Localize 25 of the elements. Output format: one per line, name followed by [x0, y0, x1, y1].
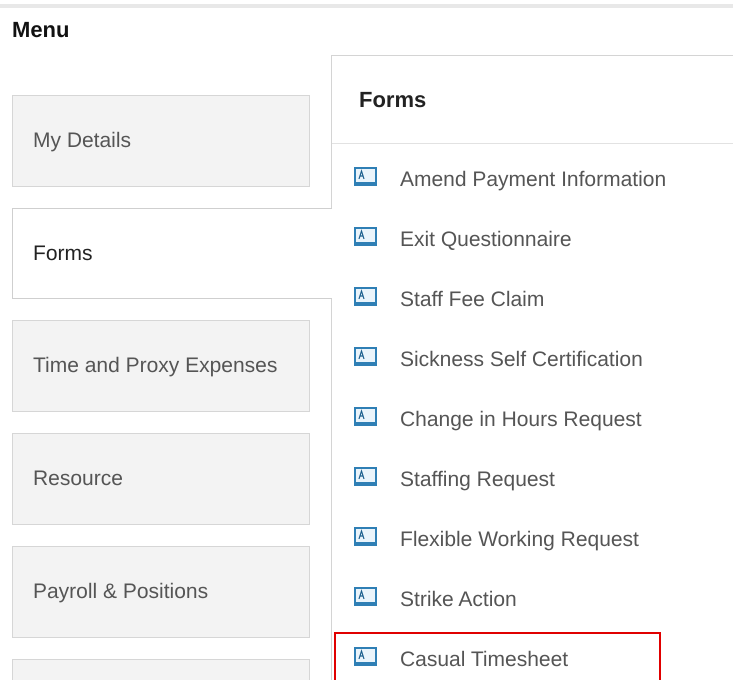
form-link[interactable]: Sickness Self Certification — [334, 332, 651, 387]
form-icon — [354, 526, 377, 546]
form-icon — [354, 406, 377, 426]
menu-tab[interactable]: Resource — [12, 433, 310, 525]
menu-tab[interactable]: Forms — [12, 208, 332, 299]
form-icon — [354, 226, 377, 246]
form-link[interactable]: Staff Fee Claim — [334, 272, 552, 327]
form-icon — [354, 466, 377, 486]
form-icon — [354, 346, 377, 366]
panel-title: Forms — [332, 56, 733, 144]
menu-tab[interactable]: Payroll & Positions — [12, 546, 310, 638]
form-icon — [354, 586, 377, 606]
form-icon — [354, 286, 377, 306]
form-link[interactable]: Strike Action — [334, 572, 525, 627]
form-icon — [354, 646, 377, 666]
form-link[interactable]: Casual Timesheet — [334, 632, 661, 680]
menu-tab[interactable]: My Details — [12, 95, 310, 187]
form-link[interactable]: Exit Questionnaire — [334, 212, 580, 267]
form-link[interactable]: Staffing Request — [334, 452, 563, 507]
form-link[interactable]: Flexible Working Request — [334, 512, 647, 567]
menu-tab[interactable]: Time and Proxy Expenses — [12, 320, 310, 412]
form-icon — [354, 166, 377, 186]
form-link[interactable]: Amend Payment Information — [334, 152, 674, 207]
menu-title: Menu — [12, 18, 70, 44]
form-link[interactable]: Change in Hours Request — [334, 392, 650, 447]
